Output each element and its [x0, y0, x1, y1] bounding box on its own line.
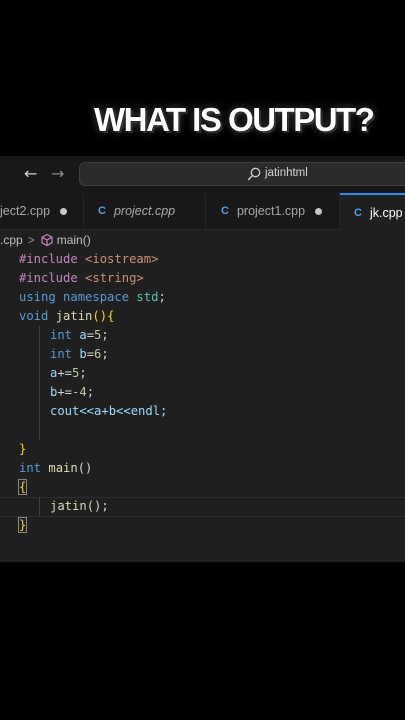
search-text: jatinhtml	[265, 167, 308, 179]
headline-caption: WHAT IS OUTPUT?	[94, 101, 375, 138]
code-line: b+=-4;	[50, 385, 95, 399]
unsaved-dot-icon	[315, 207, 323, 215]
command-center-search[interactable]: jatinhtml	[79, 162, 405, 186]
unsaved-dot-icon	[60, 207, 68, 215]
code-line: void jatin(){	[19, 309, 115, 323]
tab-project1-cpp[interactable]: C project1.cpp	[206, 193, 340, 229]
breadcrumb-file[interactable]: .cpp	[0, 233, 23, 247]
code-line: int main()	[19, 461, 93, 475]
breadcrumb-symbol[interactable]: main()	[57, 233, 91, 247]
code-line: {	[17, 479, 28, 495]
forward-arrow-icon[interactable]: →	[51, 164, 64, 184]
tab-label: ject2.cpp	[0, 204, 51, 218]
title-bar: ← → jatinhtml	[0, 156, 405, 193]
code-line: a+=5;	[50, 366, 87, 380]
tab-label: jk.cpp	[369, 205, 403, 220]
code-editor-window: ← → jatinhtml ject2.cpp C project.cpp C …	[0, 156, 405, 562]
search-icon	[247, 167, 261, 181]
code-line: int b=6;	[50, 347, 109, 361]
tab-label: project.cpp	[113, 204, 176, 218]
back-arrow-icon[interactable]: ←	[24, 164, 37, 184]
cpp-file-icon: C	[354, 206, 362, 219]
tab-label: project1.cpp	[236, 204, 306, 218]
breadcrumb: .cpp > main()	[0, 230, 91, 250]
code-line: #include <string>	[19, 271, 144, 285]
tab-ject2-cpp[interactable]: ject2.cpp	[0, 193, 84, 229]
cpp-file-icon: C	[98, 205, 106, 217]
breadcrumb-separator: >	[27, 233, 35, 247]
code-area[interactable]: #include <iostream> #include <string> us…	[17, 250, 168, 535]
code-line: int a=5;	[50, 328, 109, 342]
tab-jk-cpp[interactable]: C jk.cpp	[340, 193, 405, 230]
tab-bar: ject2.cpp C project.cpp C project1.cpp C…	[0, 193, 405, 230]
code-line: }	[17, 517, 28, 533]
cpp-file-icon: C	[221, 205, 229, 217]
code-line: #include <iostream>	[19, 252, 159, 266]
tab-project-cpp[interactable]: C project.cpp	[84, 193, 206, 229]
code-line: }	[19, 442, 27, 456]
code-line: cout<<a+b<<endl;	[50, 404, 168, 418]
code-line: using namespace std;	[19, 290, 166, 304]
method-cube-icon	[41, 233, 53, 247]
code-line: jatin();	[50, 499, 109, 513]
